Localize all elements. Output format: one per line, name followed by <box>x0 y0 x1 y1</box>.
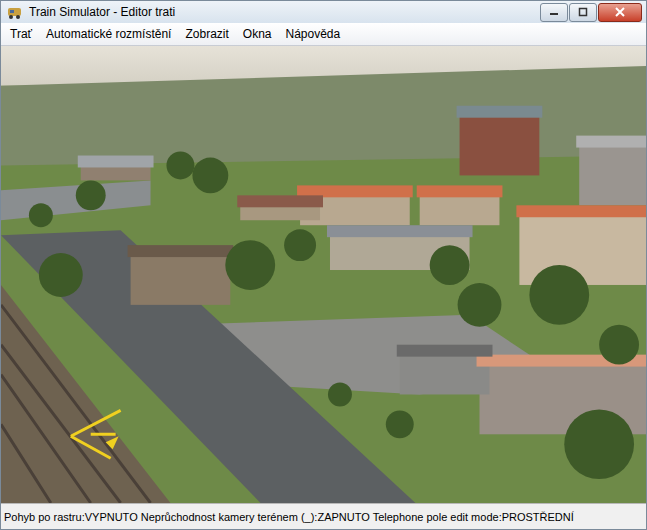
maximize-button[interactable] <box>569 3 597 22</box>
minimize-icon <box>549 7 559 17</box>
menu-item[interactable]: Nápověda <box>279 25 348 43</box>
title-bar: Train Simulator - Editor trati <box>1 1 646 23</box>
menu-item[interactable]: Zobrazit <box>178 25 235 43</box>
3d-viewport[interactable] <box>1 46 646 503</box>
restore-icon <box>578 7 588 17</box>
status-bar: Pohyb po rastru:VYPNUTO Neprůchodnost ka… <box>1 503 646 529</box>
scene-view <box>1 46 646 503</box>
minimize-button[interactable] <box>540 3 568 22</box>
close-button[interactable] <box>598 3 642 22</box>
close-icon <box>615 7 625 17</box>
menu-bar: TraťAutomatické rozmístěníZobrazitOknaNá… <box>1 23 646 46</box>
editor-window: Train Simulator - Editor trati TraťAutoma… <box>0 0 647 530</box>
menu-item[interactable]: Trať <box>3 25 39 43</box>
train-icon <box>7 4 23 20</box>
menu-item[interactable]: Automatické rozmístění <box>39 25 178 43</box>
menu-item[interactable]: Okna <box>236 25 279 43</box>
window-title: Train Simulator - Editor trati <box>29 5 534 19</box>
status-text: Pohyb po rastru:VYPNUTO Neprůchodnost ka… <box>4 511 574 523</box>
